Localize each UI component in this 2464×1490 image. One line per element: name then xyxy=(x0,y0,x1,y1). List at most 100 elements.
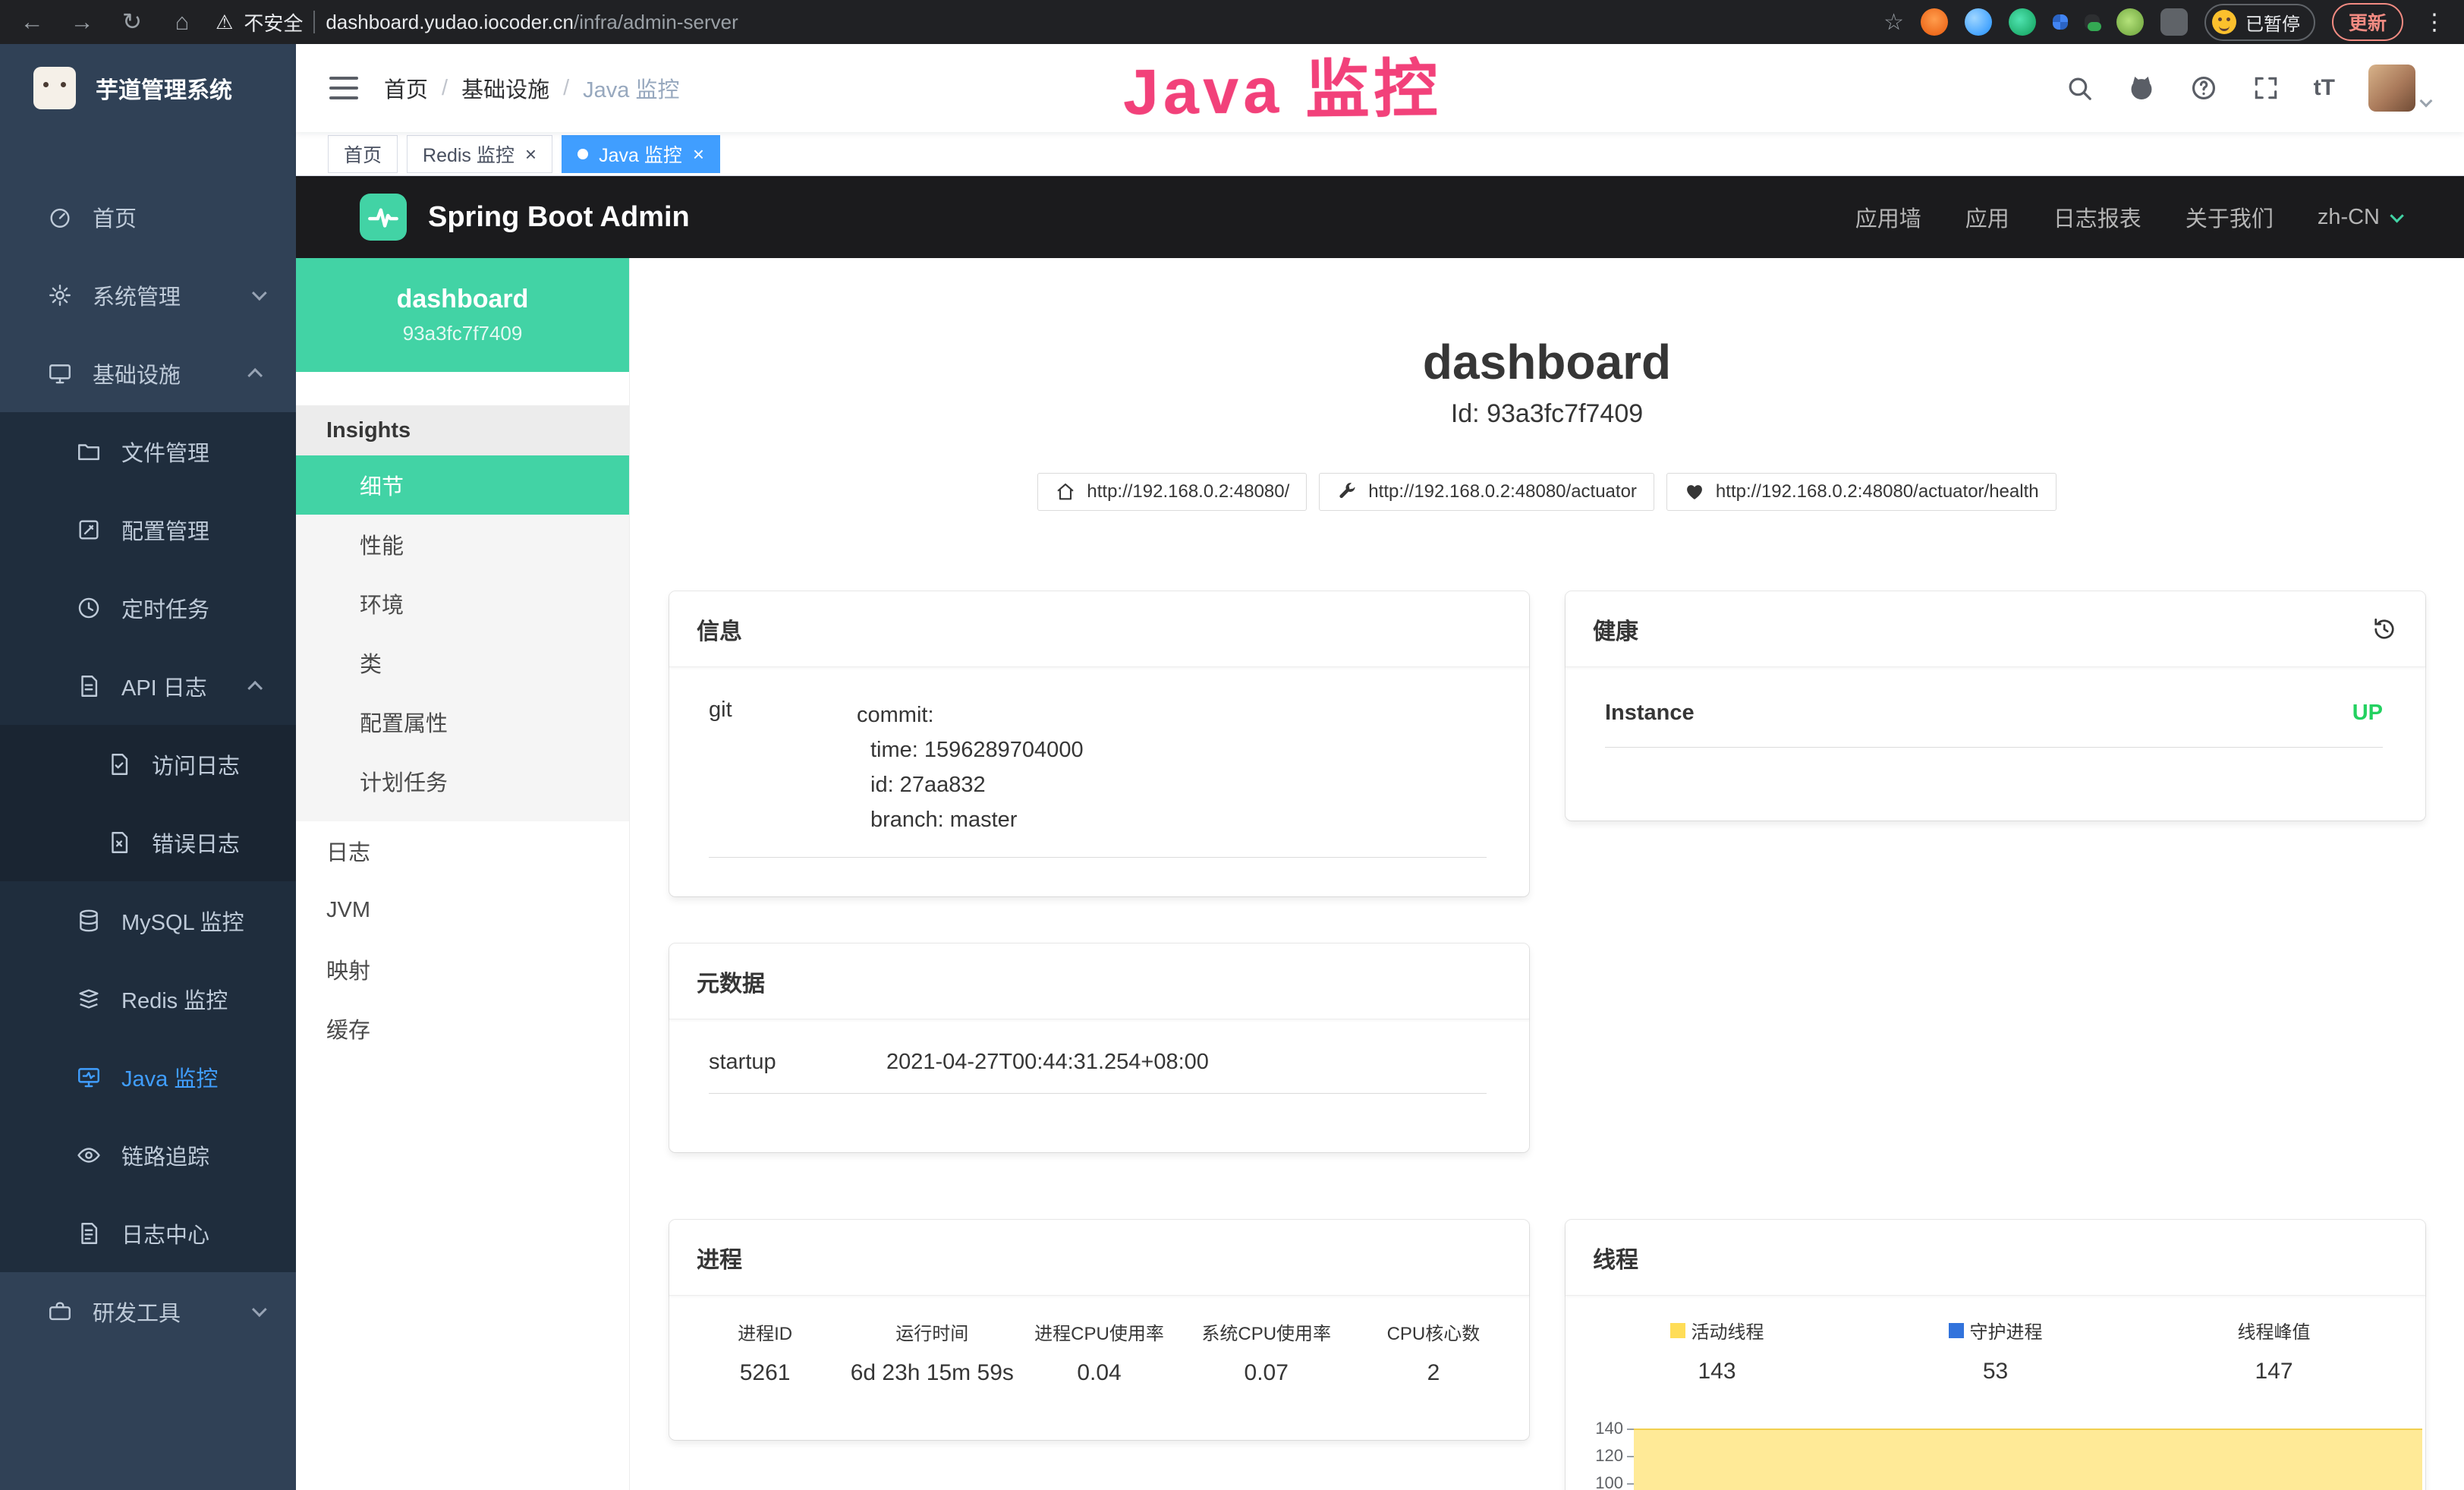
sidebar-item-label: 链路追踪 xyxy=(121,1139,209,1171)
process-col-label: 系统CPU使用率 xyxy=(1183,1318,1350,1345)
instance-url-link[interactable]: http://192.168.0.2:48080/ xyxy=(1037,473,1307,511)
sba-item-details[interactable]: 细节 xyxy=(296,455,629,515)
legend-value: 143 xyxy=(1578,1359,1856,1384)
sba-item-config-props[interactable]: 配置属性 xyxy=(296,692,629,751)
address-bar[interactable]: dashboard.yudao.iocoder.cn/infra/admin-s… xyxy=(326,11,738,34)
fullscreen-icon[interactable] xyxy=(2252,74,2280,102)
extension-grid-icon[interactable] xyxy=(2053,14,2068,30)
legend-value: 53 xyxy=(1856,1359,2135,1384)
tab-label: 首页 xyxy=(344,140,382,168)
metadata-value: 2021-04-27T00:44:31.254+08:00 xyxy=(886,1050,1487,1075)
sba-item-mappings[interactable]: 映射 xyxy=(296,940,629,999)
site-security[interactable]: ⚠ 不安全 xyxy=(216,8,303,36)
sidebar-item-java-monitor[interactable]: Java 监控 xyxy=(0,1038,296,1116)
health-key: Instance xyxy=(1605,701,1695,726)
close-icon[interactable]: × xyxy=(693,144,704,164)
instance-url: http://192.168.0.2:48080/ xyxy=(1087,481,1289,502)
sba-nav: 应用墙 应用 日志报表 关于我们 zh-CN xyxy=(1855,201,2400,233)
sidebar-item-infra[interactable]: 基础设施 xyxy=(0,334,296,412)
extension-toggle-icon[interactable] xyxy=(2085,14,2100,30)
live-threads-area xyxy=(1634,1429,2422,1490)
sba-nav-about[interactable]: 关于我们 xyxy=(2186,201,2274,233)
history-icon[interactable] xyxy=(2371,616,2398,643)
tab-java-monitor[interactable]: Java 监控 × xyxy=(562,135,720,173)
sba-item-metrics[interactable]: 性能 xyxy=(296,515,629,574)
threads-legend: 活动线程 143 守护进程 53 线程峰值 147 xyxy=(1566,1296,2425,1384)
breadcrumb-item[interactable]: 首页 xyxy=(384,72,428,104)
sidebar-item-config[interactable]: 配置管理 xyxy=(0,490,296,569)
browser-bar: ← → ↻ ⌂ ⚠ 不安全 dashboard.yudao.iocoder.cn… xyxy=(0,0,2464,44)
sba-instance-header[interactable]: dashboard 93a3fc7f7409 xyxy=(296,258,629,372)
browser-menu-icon[interactable]: ⋮ xyxy=(2423,9,2446,36)
hamburger-icon[interactable] xyxy=(329,77,358,99)
sidebar-item-access-log[interactable]: 访问日志 xyxy=(0,725,296,803)
sba-item-environment[interactable]: 环境 xyxy=(296,574,629,633)
sba-brand-label: Spring Boot Admin xyxy=(428,201,690,234)
security-label: 不安全 xyxy=(244,8,303,36)
bookmark-star-icon[interactable]: ☆ xyxy=(1883,9,1904,36)
health-url-link[interactable]: http://192.168.0.2:48080/actuator/health xyxy=(1666,473,2056,511)
sba-nav-journal[interactable]: 日志报表 xyxy=(2053,201,2141,233)
sidebar-item-redis[interactable]: Redis 监控 xyxy=(0,959,296,1038)
extension-green-icon[interactable] xyxy=(2009,8,2036,36)
sba-nav-applications[interactable]: 应用 xyxy=(1965,201,2009,233)
sidebar-item-devtools[interactable]: 研发工具 xyxy=(0,1272,296,1350)
sba-item-caches[interactable]: 缓存 xyxy=(296,999,629,1058)
sba-section-insights[interactable]: Insights xyxy=(296,405,629,455)
sidebar-item-label: Redis 监控 xyxy=(121,983,228,1015)
chevron-down-icon xyxy=(2390,209,2403,222)
search-icon[interactable] xyxy=(2065,74,2094,102)
profile-badge-label: 已暂停 xyxy=(2245,9,2300,36)
sidebar-item-files[interactable]: 文件管理 xyxy=(0,412,296,490)
sidebar-item-trace[interactable]: 链路追踪 xyxy=(0,1116,296,1194)
sidebar-item-log-center[interactable]: 日志中心 xyxy=(0,1194,296,1272)
chrome-update-button[interactable]: 更新 xyxy=(2332,3,2403,41)
home-icon[interactable]: ⌂ xyxy=(168,8,196,36)
app-logo-row[interactable]: 芋道管理系统 xyxy=(0,44,296,132)
sidebar-item-api-log[interactable]: API 日志 xyxy=(0,647,296,725)
app-logo xyxy=(33,67,76,109)
breadcrumb-item[interactable]: 基础设施 xyxy=(461,72,549,104)
sidebar-item-jobs[interactable]: 定时任务 xyxy=(0,569,296,647)
actuator-url-link[interactable]: http://192.168.0.2:48080/actuator xyxy=(1319,473,1654,511)
extensions-puzzle-icon[interactable] xyxy=(2160,8,2188,36)
extension-leaf-icon[interactable] xyxy=(2116,8,2144,36)
close-icon[interactable]: × xyxy=(525,144,537,164)
sba-locale-select[interactable]: zh-CN xyxy=(2318,205,2400,230)
sidebar-item-error-log[interactable]: 错误日志 xyxy=(0,803,296,881)
sidebar-item-home[interactable]: 首页 xyxy=(0,178,296,256)
info-card-body: git commit: time: 1596289704000 id: 27aa… xyxy=(669,667,1529,858)
extension-fox-icon[interactable] xyxy=(1921,8,1948,36)
chevron-down-icon xyxy=(252,1302,267,1317)
github-icon[interactable] xyxy=(2127,74,2156,102)
process-column: 进程CPU使用率 0.04 xyxy=(1015,1318,1182,1386)
sba-item-logs[interactable]: 日志 xyxy=(296,821,629,880)
metadata-card: 元数据 startup 2021-04-27T00:44:31.254+08:0… xyxy=(669,943,1529,1152)
git-time-line: time: 1596289704000 xyxy=(870,732,1487,767)
sba-item-classes[interactable]: 类 xyxy=(296,633,629,692)
profile-paused-badge[interactable]: 已暂停 xyxy=(2204,4,2315,41)
cards-grid: 信息 git commit: time: 1596289704000 id: 2… xyxy=(669,591,2425,1490)
breadcrumb-separator: / xyxy=(442,76,448,101)
tab-label: Redis 监控 xyxy=(423,140,515,168)
help-icon[interactable] xyxy=(2189,74,2218,102)
extension-drop-icon[interactable] xyxy=(1965,8,1992,36)
tab-redis-monitor[interactable]: Redis 监控 × xyxy=(407,135,552,173)
font-size-icon[interactable]: tT xyxy=(2314,75,2335,101)
sidebar-item-mysql[interactable]: MySQL 监控 xyxy=(0,881,296,959)
process-col-label: 运行时间 xyxy=(848,1318,1015,1345)
sba-item-scheduled-tasks[interactable]: 计划任务 xyxy=(296,751,629,811)
sba-item-jvm[interactable]: JVM xyxy=(296,880,629,940)
sba-instance-id: 93a3fc7f7409 xyxy=(403,322,523,345)
metadata-key: startup xyxy=(709,1050,886,1075)
process-col-value: 6d 23h 15m 59s xyxy=(848,1360,1015,1386)
user-menu[interactable] xyxy=(2368,65,2431,112)
sidebar-item-system[interactable]: 系统管理 xyxy=(0,256,296,334)
sba-nav-wallboard[interactable]: 应用墙 xyxy=(1855,201,1921,233)
tab-home[interactable]: 首页 xyxy=(328,135,398,173)
forward-icon[interactable]: → xyxy=(68,8,96,36)
back-icon[interactable]: ← xyxy=(18,8,46,36)
document-icon xyxy=(76,673,102,699)
sba-brand[interactable]: Spring Boot Admin xyxy=(360,194,690,241)
reload-icon[interactable]: ↻ xyxy=(118,8,146,36)
